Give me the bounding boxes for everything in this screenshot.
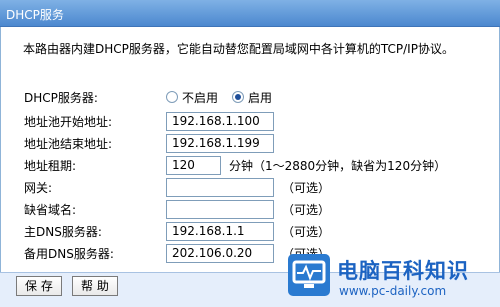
gateway-input[interactable]: [166, 177, 274, 197]
dhcp-server-label: DHCP服务器:: [24, 90, 98, 105]
pool-end-row: 地址池结束地址: 192.168.1.199: [24, 133, 274, 153]
pool-end-input[interactable]: 192.168.1.199: [166, 133, 274, 153]
dns-primary-label: 主DNS服务器:: [24, 224, 102, 239]
lease-hint: 分钟（1～2880分钟，缺省为120分钟）: [229, 158, 447, 173]
pool-start-label: 地址池开始地址:: [24, 114, 113, 129]
dns-backup-input[interactable]: 202.106.0.20: [166, 243, 274, 263]
radio-disable-label: 不启用: [182, 90, 219, 105]
domain-label: 缺省域名:: [24, 202, 77, 217]
dns-primary-row: 主DNS服务器: 192.168.1.1 （可选）: [24, 221, 330, 241]
gateway-label: 网关:: [24, 180, 53, 195]
dhcp-server-row: DHCP服务器: 不启用 启用: [24, 87, 286, 107]
radio-enable[interactable]: 启用: [232, 89, 286, 106]
watermark: 电脑百科知识 www.pc-daily.com: [285, 252, 500, 307]
description-text: 本路由器内建DHCP服务器，它能自动替您配置局域网中各计算机的TCP/IP协议。: [23, 42, 454, 56]
domain-row: 缺省域名: （可选）: [24, 199, 330, 219]
watermark-url: www.pc-daily.com: [339, 284, 447, 298]
dns-backup-label: 备用DNS服务器:: [24, 246, 114, 261]
lease-label: 地址租期:: [24, 158, 77, 173]
domain-optional: （可选）: [282, 202, 331, 217]
watermark-title: 电脑百科知识: [337, 259, 469, 283]
gateway-row: 网关: （可选）: [24, 177, 330, 197]
dns-primary-input[interactable]: 192.168.1.1: [166, 221, 274, 241]
lease-row: 地址租期: 120 分钟（1～2880分钟，缺省为120分钟）: [24, 155, 446, 175]
dns-primary-optional: （可选）: [282, 224, 331, 239]
radio-disable[interactable]: 不启用: [166, 89, 232, 106]
radio-enable-icon[interactable]: [232, 91, 245, 103]
lease-input[interactable]: 120: [166, 155, 221, 175]
gateway-optional: （可选）: [282, 180, 331, 195]
radio-disable-icon[interactable]: [166, 91, 178, 103]
radio-enable-label: 启用: [248, 90, 273, 105]
title-bar: DHCP服务: [0, 0, 500, 27]
pool-start-row: 地址池开始地址: 192.168.1.100: [24, 111, 274, 131]
domain-input[interactable]: [166, 199, 274, 219]
pc-daily-logo-icon: [288, 254, 330, 296]
pool-end-label: 地址池结束地址:: [24, 136, 113, 151]
pool-start-input[interactable]: 192.168.1.100: [166, 111, 274, 131]
window-title: DHCP服务: [6, 8, 64, 22]
help-button[interactable]: 帮 助: [72, 276, 118, 296]
save-button[interactable]: 保 存: [16, 276, 62, 296]
